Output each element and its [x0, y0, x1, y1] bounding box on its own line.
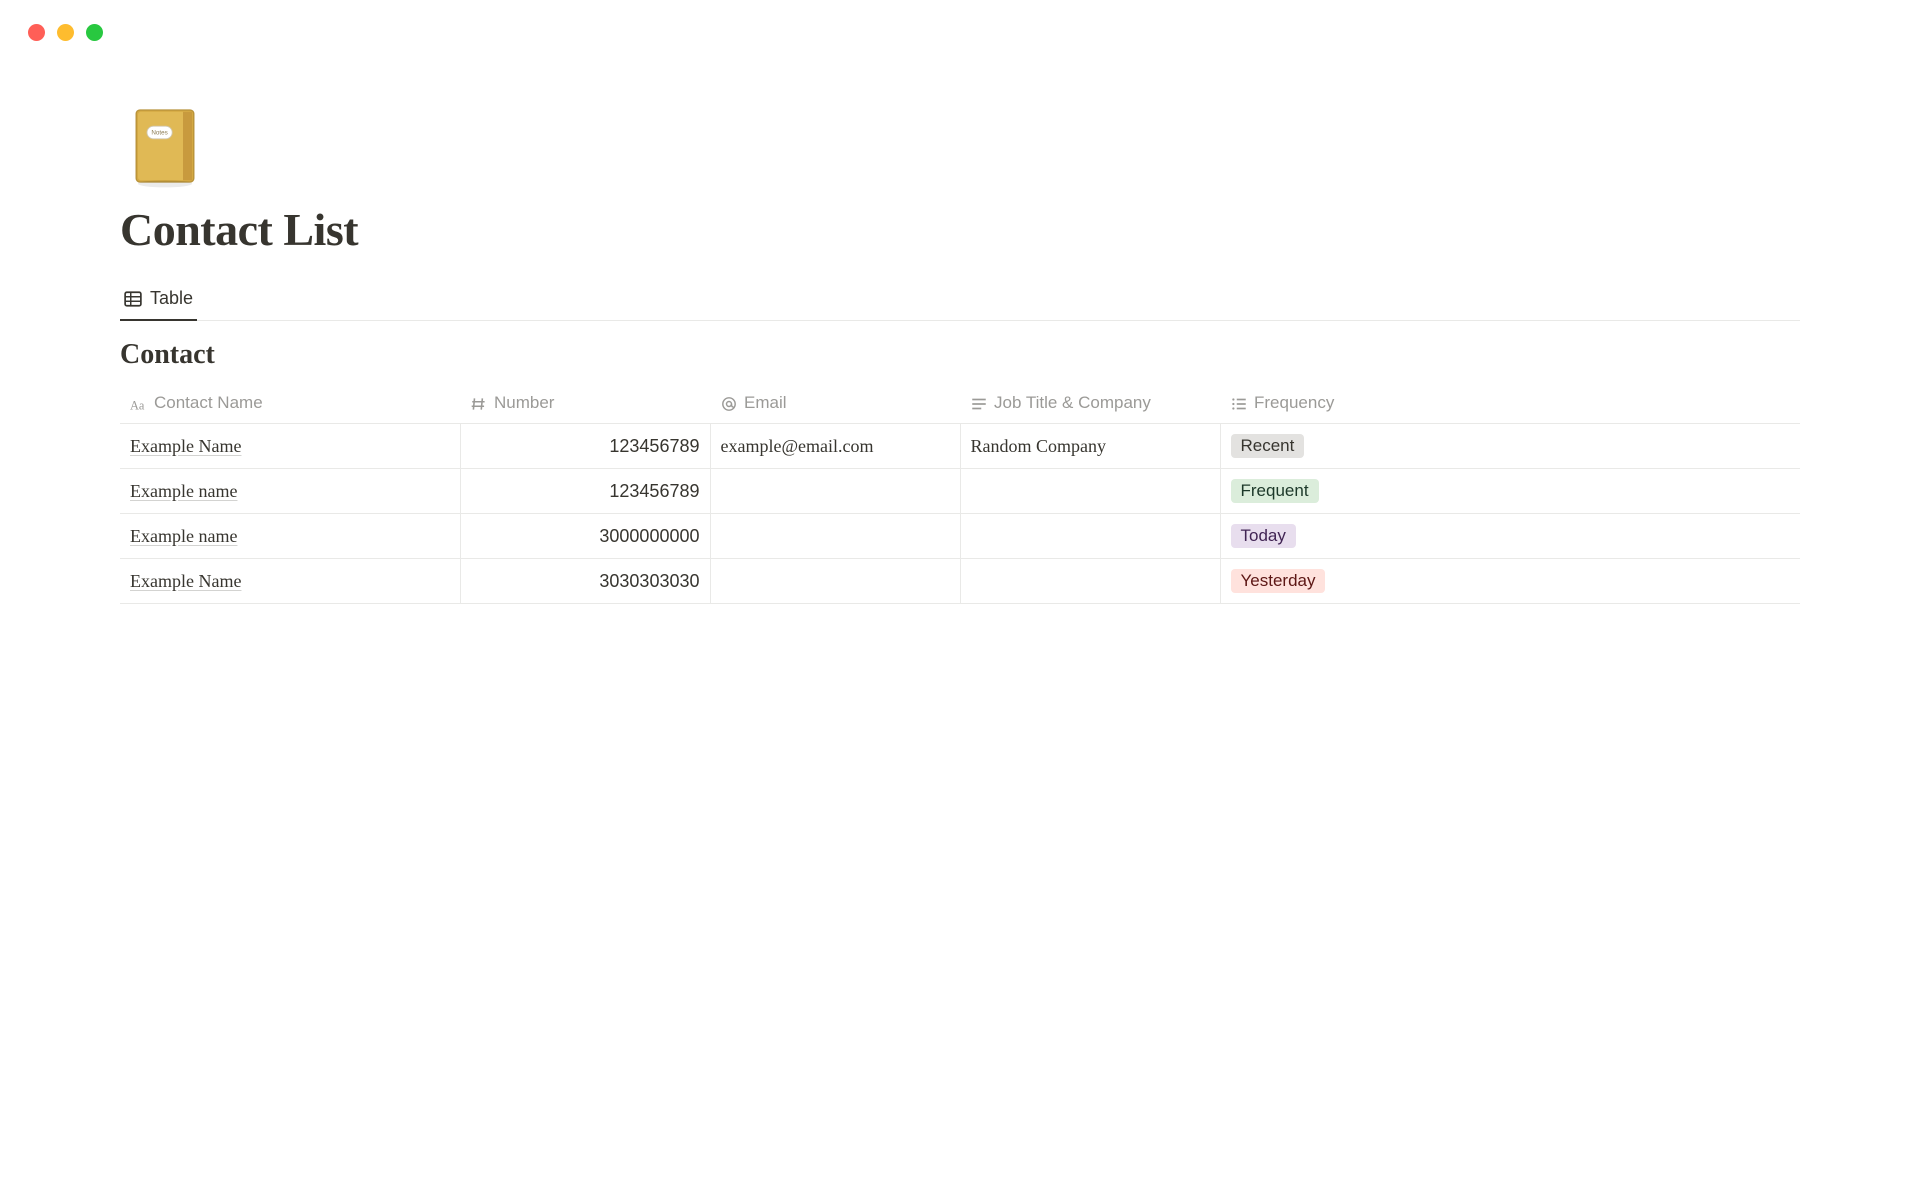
contact-name-cell[interactable]: Example name: [130, 526, 237, 546]
tab-label: Table: [150, 288, 193, 309]
table-icon: [124, 290, 142, 308]
email-cell[interactable]: example@email.com: [710, 424, 960, 469]
column-header-label: Frequency: [1254, 393, 1334, 412]
text-icon: Aa: [130, 395, 148, 413]
page-icon[interactable]: Notes: [120, 101, 210, 191]
contact-table: Aa Contact Name Number Email: [120, 383, 1800, 604]
email-cell[interactable]: [710, 559, 960, 604]
contact-name-cell[interactable]: Example Name: [130, 571, 241, 591]
frequency-tag: Today: [1231, 524, 1296, 548]
table-row[interactable]: Example Name 3030303030 Yesterday: [120, 559, 1800, 604]
job-cell[interactable]: [960, 559, 1220, 604]
number-cell[interactable]: 3030303030: [460, 559, 710, 604]
job-cell[interactable]: [960, 469, 1220, 514]
email-cell[interactable]: [710, 514, 960, 559]
column-header-label: Job Title & Company: [994, 393, 1151, 412]
frequency-cell[interactable]: Today: [1220, 514, 1800, 559]
job-cell[interactable]: Random Company: [960, 424, 1220, 469]
number-icon: [470, 395, 488, 413]
frequency-cell[interactable]: Frequent: [1220, 469, 1800, 514]
table-row[interactable]: Example Name 123456789example@email.comRa…: [120, 424, 1800, 469]
table-row[interactable]: Example name 3000000000 Today: [120, 514, 1800, 559]
tabs-bar: Table: [120, 280, 1800, 321]
column-header-email[interactable]: Email: [710, 383, 960, 424]
frequency-tag: Recent: [1231, 434, 1305, 458]
list-icon: [1230, 395, 1248, 413]
at-icon: [720, 395, 738, 413]
window-controls: [0, 0, 1920, 41]
email-cell[interactable]: [710, 469, 960, 514]
column-header-number[interactable]: Number: [460, 383, 710, 424]
column-header-name[interactable]: Aa Contact Name: [120, 383, 460, 424]
window-minimize-button[interactable]: [57, 24, 74, 41]
column-header-label: Email: [744, 393, 787, 412]
window-maximize-button[interactable]: [86, 24, 103, 41]
database-title[interactable]: Contact: [120, 339, 1800, 371]
table-row[interactable]: Example name 123456789 Frequent: [120, 469, 1800, 514]
svg-text:Notes: Notes: [151, 129, 167, 136]
frequency-tag: Frequent: [1231, 479, 1319, 503]
number-cell[interactable]: 123456789: [460, 469, 710, 514]
number-cell[interactable]: 123456789: [460, 424, 710, 469]
tab-table[interactable]: Table: [120, 280, 197, 321]
column-header-label: Number: [494, 393, 554, 412]
column-header-job[interactable]: Job Title & Company: [960, 383, 1220, 424]
job-cell[interactable]: [960, 514, 1220, 559]
svg-text:Aa: Aa: [130, 398, 145, 412]
column-header-label: Contact Name: [154, 393, 263, 412]
text-lines-icon: [970, 395, 988, 413]
notebook-icon: Notes: [120, 101, 210, 191]
number-cell[interactable]: 3000000000: [460, 514, 710, 559]
frequency-cell[interactable]: Yesterday: [1220, 559, 1800, 604]
contact-name-cell[interactable]: Example Name: [130, 436, 241, 456]
page-title[interactable]: Contact List: [120, 203, 1800, 256]
frequency-cell[interactable]: Recent: [1220, 424, 1800, 469]
table-header-row: Aa Contact Name Number Email: [120, 383, 1800, 424]
window-close-button[interactable]: [28, 24, 45, 41]
column-header-frequency[interactable]: Frequency: [1220, 383, 1800, 424]
page-content: Notes Contact List Table Contact Aa Cont…: [0, 41, 1920, 604]
frequency-tag: Yesterday: [1231, 569, 1326, 593]
contact-name-cell[interactable]: Example name: [130, 481, 237, 501]
